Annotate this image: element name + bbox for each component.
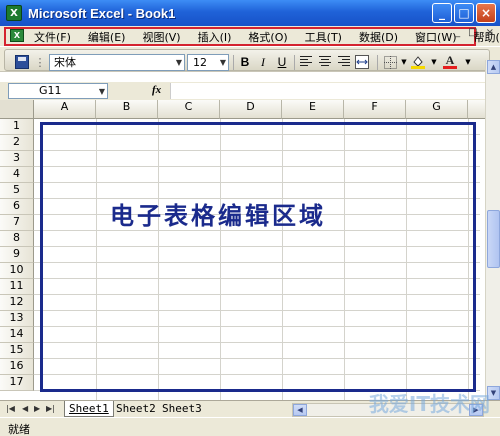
column-header-c[interactable]: C (158, 100, 220, 119)
menu-view[interactable]: 视图(V) (138, 29, 184, 45)
merge-center-icon[interactable] (355, 55, 369, 69)
edit-area-label: 电子表格编辑区域 (110, 201, 326, 230)
menu-data[interactable]: 数据(D) (355, 29, 402, 45)
excel-app-icon[interactable]: X (6, 5, 22, 21)
row-header[interactable]: 11 (0, 279, 34, 295)
sheet-tab-sheet2[interactable]: Sheet2 (112, 401, 160, 417)
formatting-toolbar: ⋮ 宋体 ▼ 12 ▼ B I U ▼ ▼ A ▼ (0, 46, 500, 72)
doc-minimize-button[interactable]: _ (455, 27, 460, 38)
chevron-down-icon[interactable]: ▼ (427, 55, 441, 69)
font-color-letter: A (445, 53, 455, 67)
column-header-a[interactable]: A (34, 100, 96, 119)
workbook-icon[interactable]: X (10, 29, 24, 42)
chevron-down-icon[interactable]: ▼ (461, 55, 475, 69)
fill-color-icon[interactable] (411, 55, 425, 69)
column-header-h[interactable] (468, 100, 486, 119)
column-header-d[interactable]: D (220, 100, 282, 119)
row-header[interactable]: 1 (0, 119, 34, 135)
column-header-f[interactable]: F (344, 100, 406, 119)
spreadsheet-grid[interactable]: A B C D E F G 1 2 3 4 5 6 7 8 9 10 11 12… (0, 100, 500, 400)
maximize-button[interactable]: □ (454, 3, 474, 23)
prev-sheet-icon[interactable]: ◀ (22, 404, 28, 413)
first-sheet-icon[interactable]: |◀ (6, 404, 15, 413)
column-header-e[interactable]: E (282, 100, 344, 119)
menu-bar: X 文件(F) 编辑(E) 视图(V) 插入(I) 格式(O) 工具(T) 数据… (0, 26, 500, 46)
toolbar-separator (233, 55, 234, 70)
status-text: 就绪 (8, 423, 30, 436)
row-header[interactable]: 15 (0, 343, 34, 359)
doc-restore-button[interactable]: □ (468, 27, 477, 38)
doc-close-button[interactable]: × (486, 27, 494, 38)
watermark: 我爱IT技术网 (368, 392, 490, 416)
row-header[interactable]: 2 (0, 135, 34, 151)
row-header[interactable]: 3 (0, 151, 34, 167)
scroll-up-icon[interactable]: ▲ (487, 60, 500, 74)
sheet-tab-sheet3[interactable]: Sheet3 (158, 401, 206, 417)
toolbar-separator (294, 55, 295, 70)
align-left-icon[interactable] (300, 56, 312, 67)
title-bar: X Microsoft Excel - Book1 _ □ × (0, 0, 500, 26)
select-all-corner[interactable] (0, 100, 34, 119)
font-size-select[interactable]: 12 ▼ (187, 54, 229, 71)
menu-file[interactable]: 文件(F) (30, 29, 75, 45)
close-button[interactable]: × (476, 3, 496, 23)
row-header[interactable]: 5 (0, 183, 34, 199)
next-sheet-icon[interactable]: ▶ (34, 404, 40, 413)
font-size-value: 12 (193, 56, 207, 69)
window-title: Microsoft Excel - Book1 (28, 5, 176, 21)
row-header[interactable]: 14 (0, 327, 34, 343)
scroll-thumb[interactable] (487, 210, 500, 268)
edit-area-frame (40, 122, 476, 392)
row-header[interactable]: 6 (0, 199, 34, 215)
menu-edit[interactable]: 编辑(E) (84, 29, 130, 45)
row-header[interactable]: 7 (0, 215, 34, 231)
menu-window[interactable]: 窗口(W) (411, 29, 460, 45)
chevron-down-icon[interactable]: ▼ (99, 85, 105, 99)
font-name-value: 宋体 (54, 56, 76, 69)
toolbar-strip: ⋮ 宋体 ▼ 12 ▼ B I U ▼ ▼ A ▼ (4, 49, 490, 71)
chevron-down-icon[interactable]: ▼ (397, 55, 411, 69)
name-box[interactable]: G11 ▼ (8, 83, 108, 99)
toolbar-grip-icon[interactable]: ⋮ (33, 55, 47, 69)
status-bar: 就绪 (0, 417, 500, 436)
font-name-select[interactable]: 宋体 ▼ (49, 54, 185, 71)
bold-button[interactable]: B (237, 54, 253, 70)
toolbar-separator (377, 55, 378, 70)
chevron-down-icon[interactable]: ▼ (220, 55, 226, 70)
row-header[interactable]: 10 (0, 263, 34, 279)
column-header-b[interactable]: B (96, 100, 158, 119)
minimize-button[interactable]: _ (432, 3, 452, 23)
name-box-value: G11 (39, 84, 62, 97)
column-header-g[interactable]: G (406, 100, 468, 119)
menu-insert[interactable]: 插入(I) (194, 29, 236, 45)
row-header[interactable]: 9 (0, 247, 34, 263)
scroll-left-icon[interactable]: ◀ (293, 404, 307, 416)
row-header[interactable]: 8 (0, 231, 34, 247)
sheet-tab-sheet1[interactable]: Sheet1 (64, 401, 114, 417)
insert-function-icon[interactable]: fx (152, 84, 161, 96)
row-header[interactable]: 17 (0, 375, 34, 391)
chevron-down-icon[interactable]: ▼ (176, 55, 182, 70)
underline-button[interactable]: U (274, 54, 290, 70)
menu-format[interactable]: 格式(O) (244, 29, 291, 45)
italic-button[interactable]: I (255, 54, 271, 70)
save-icon[interactable] (15, 55, 29, 69)
row-header[interactable]: 12 (0, 295, 34, 311)
formula-bar: G11 ▼ fx (0, 82, 500, 100)
row-header[interactable]: 16 (0, 359, 34, 375)
font-color-icon[interactable]: A (443, 53, 457, 69)
align-center-icon[interactable] (319, 56, 331, 67)
vertical-scrollbar[interactable]: ▲ ▼ (485, 60, 500, 400)
last-sheet-icon[interactable]: ▶| (46, 404, 55, 413)
menu-tools[interactable]: 工具(T) (301, 29, 346, 45)
formula-input[interactable] (170, 83, 490, 99)
borders-icon[interactable] (383, 55, 397, 69)
row-header[interactable]: 4 (0, 167, 34, 183)
align-right-icon[interactable] (338, 56, 350, 67)
row-header[interactable]: 13 (0, 311, 34, 327)
